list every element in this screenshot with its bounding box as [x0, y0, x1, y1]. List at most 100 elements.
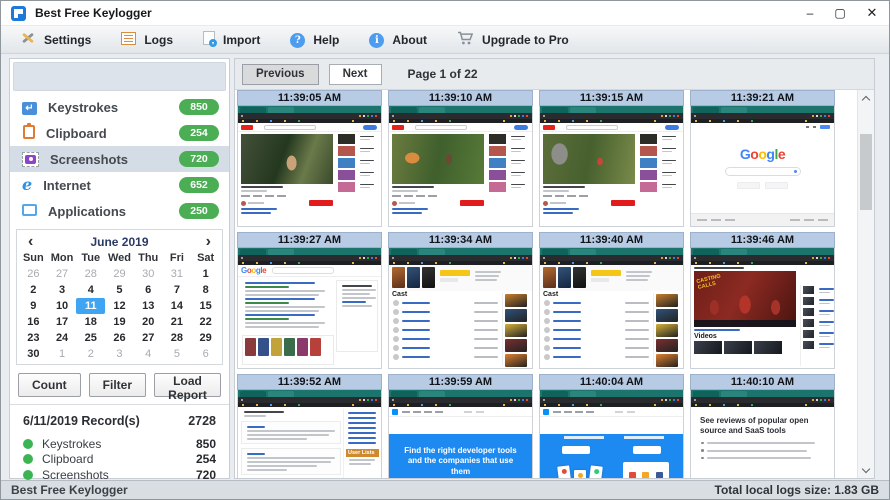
calendar-day-30[interactable]: 30 — [19, 346, 48, 362]
calendar-day-1[interactable]: 1 — [191, 266, 220, 282]
load-report-button[interactable]: Load Report — [154, 373, 221, 397]
calendar-day-30[interactable]: 30 — [134, 266, 163, 282]
sidebar-item-internet[interactable]: eInternet652 — [10, 172, 229, 198]
calendar-day-26[interactable]: 26 — [105, 330, 134, 346]
screenshot-thumbnail-3[interactable]: 11:39:15 AM — [539, 90, 684, 227]
minimize-button[interactable]: – — [795, 1, 825, 25]
app-window: Best Free Keylogger – ▢ ✕ SettingsLogsIm… — [0, 0, 890, 500]
calendar-day-7[interactable]: 7 — [163, 282, 192, 298]
calendar-day-10[interactable]: 10 — [48, 298, 77, 314]
calendar-day-3[interactable]: 3 — [48, 282, 77, 298]
calendar-day-28[interactable]: 28 — [76, 266, 105, 282]
calendar-day-18[interactable]: 18 — [76, 314, 105, 330]
count-badge: 652 — [179, 177, 219, 193]
toolbar-item-settings[interactable]: Settings — [5, 26, 106, 53]
calendar-day-8[interactable]: 8 — [191, 282, 220, 298]
status-left: Best Free Keylogger — [11, 483, 128, 497]
green-dot-icon — [23, 454, 33, 464]
calendar-day-6[interactable]: 6 — [191, 346, 220, 362]
calendar-day-2[interactable]: 2 — [19, 282, 48, 298]
previous-page-button[interactable]: Previous — [242, 64, 319, 85]
records-total: 2728 — [188, 414, 216, 428]
calendar-day-12[interactable]: 12 — [105, 298, 134, 314]
vertical-scrollbar[interactable] — [857, 90, 874, 478]
cart-icon — [457, 31, 474, 49]
calendar-day-26[interactable]: 26 — [19, 266, 48, 282]
calendar-day-3[interactable]: 3 — [105, 346, 134, 362]
calendar-day-13[interactable]: 13 — [134, 298, 163, 314]
thumbnail-image — [539, 106, 684, 227]
calendar-day-28[interactable]: 28 — [163, 330, 192, 346]
scrollbar-thumb[interactable] — [860, 134, 872, 210]
screenshot-thumbnail-2[interactable]: 11:39:10 AM — [388, 90, 533, 227]
calendar-day-14[interactable]: 14 — [163, 298, 192, 314]
calendar-day-24[interactable]: 24 — [48, 330, 77, 346]
status-logs-size: Total local logs size: 1.83 GB — [715, 483, 880, 497]
scroll-up-button[interactable] — [858, 90, 874, 106]
screenshot-thumbnail-1[interactable]: 11:39:05 AM — [237, 90, 382, 227]
chevron-up-icon — [862, 95, 870, 103]
toolbar-item-help[interactable]: ?Help — [275, 26, 354, 53]
calendar-next-arrow[interactable]: › — [206, 235, 211, 249]
calendar-day-29[interactable]: 29 — [105, 266, 134, 282]
toolbar-item-import[interactable]: Import — [188, 26, 275, 53]
screenshot-thumbnail-7[interactable]: 11:39:40 AMCast — [539, 232, 684, 369]
screenshot-thumbnail-8[interactable]: 11:39:46 AMCASTING CALLSVideos — [690, 232, 835, 369]
toolbar-item-about[interactable]: iAbout — [354, 26, 442, 53]
screenshot-thumbnail-11[interactable]: 11:40:04 AM — [539, 374, 684, 479]
calendar-day-5[interactable]: 5 — [105, 282, 134, 298]
calendar-day-29[interactable]: 29 — [191, 330, 220, 346]
screenshot-thumbnail-6[interactable]: 11:39:34 AMCast — [388, 232, 533, 369]
casting-calls-badge: CASTING CALLS — [696, 273, 724, 292]
filter-button[interactable]: Filter — [89, 373, 146, 397]
screenshot-thumbnail-5[interactable]: 11:39:27 AMGoogle — [237, 232, 382, 369]
calendar-day-17[interactable]: 17 — [48, 314, 77, 330]
next-page-button[interactable]: Next — [329, 64, 382, 85]
screenshot-thumbnail-10[interactable]: 11:39:59 AMFind the right developer tool… — [388, 374, 533, 479]
calendar-day-6[interactable]: 6 — [134, 282, 163, 298]
sidebar-item-clipboard[interactable]: Clipboard254 — [10, 120, 229, 146]
calendar-day-2[interactable]: 2 — [76, 346, 105, 362]
count-button[interactable]: Count — [18, 373, 81, 397]
calendar-weekday: Sat — [191, 251, 220, 266]
sidebar-header — [13, 62, 226, 91]
toolbar-item-logs[interactable]: Logs — [106, 26, 188, 53]
calendar-day-16[interactable]: 16 — [19, 314, 48, 330]
screenshot-thumbnail-12[interactable]: 11:40:10 AMSee reviews of popular open s… — [690, 374, 835, 479]
toolbar-item-upgrade-to-pro[interactable]: Upgrade to Pro — [442, 26, 584, 53]
calendar-day-5[interactable]: 5 — [163, 346, 192, 362]
window-controls: – ▢ ✕ — [795, 1, 889, 25]
thumbnail-timestamp: 11:39:34 AM — [388, 232, 533, 248]
calendar-day-25[interactable]: 25 — [76, 330, 105, 346]
scroll-down-button[interactable] — [858, 462, 874, 478]
calendar-day-23[interactable]: 23 — [19, 330, 48, 346]
calendar-day-4[interactable]: 4 — [134, 346, 163, 362]
count-badge: 720 — [179, 151, 219, 167]
calendar-day-4[interactable]: 4 — [76, 282, 105, 298]
thumbnail-timestamp: 11:39:15 AM — [539, 90, 684, 106]
sidebar-item-applications[interactable]: Applications250 — [10, 198, 229, 224]
calendar-day-27[interactable]: 27 — [134, 330, 163, 346]
calendar: ‹ June 2019 › SunMonTueWedThuFriSat26272… — [16, 229, 223, 365]
close-button[interactable]: ✕ — [855, 1, 889, 25]
calendar-day-27[interactable]: 27 — [48, 266, 77, 282]
main-toolbar: SettingsLogsImport?HelpiAboutUpgrade to … — [1, 26, 889, 54]
calendar-day-22[interactable]: 22 — [191, 314, 220, 330]
calendar-day-19[interactable]: 19 — [105, 314, 134, 330]
window-title: Best Free Keylogger — [35, 6, 152, 20]
thumbnail-timestamp: 11:39:05 AM — [237, 90, 382, 106]
screenshot-thumbnail-9[interactable]: 11:39:52 AMUser Lists — [237, 374, 382, 479]
calendar-day-20[interactable]: 20 — [134, 314, 163, 330]
calendar-day-1[interactable]: 1 — [48, 346, 77, 362]
sidebar-item-keystrokes[interactable]: ↵Keystrokes850 — [10, 94, 229, 120]
screenshot-thumbnail-4[interactable]: 11:39:21 AMGoogle — [690, 90, 835, 227]
calendar-day-11-selected[interactable]: 11 — [76, 298, 105, 314]
calendar-day-9[interactable]: 9 — [19, 298, 48, 314]
clipboard-icon — [22, 125, 35, 142]
sidebar-nav: ↵Keystrokes850Clipboard254Screenshots720… — [10, 94, 229, 224]
calendar-day-21[interactable]: 21 — [163, 314, 192, 330]
calendar-day-31[interactable]: 31 — [163, 266, 192, 282]
maximize-button[interactable]: ▢ — [825, 1, 855, 25]
calendar-day-15[interactable]: 15 — [191, 298, 220, 314]
sidebar-item-screenshots[interactable]: Screenshots720 — [10, 146, 229, 172]
